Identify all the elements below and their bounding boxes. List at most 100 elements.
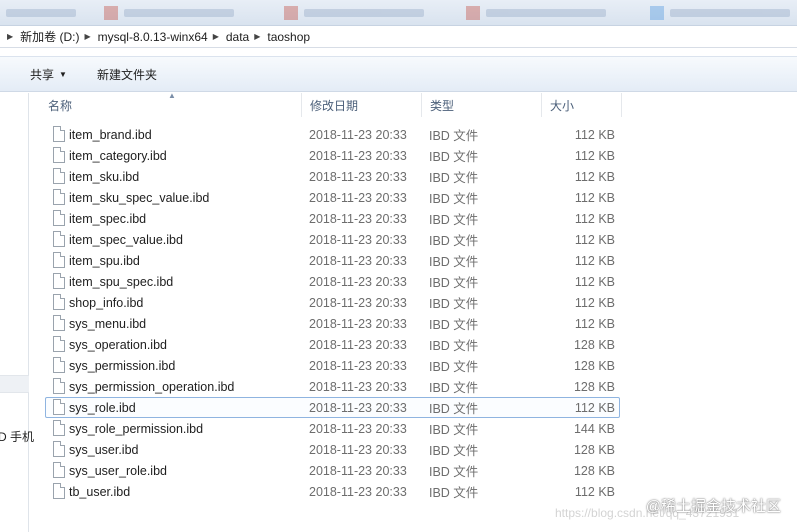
new-folder-label: 新建文件夹 xyxy=(96,67,157,82)
breadcrumb-taoshop[interactable]: taoshop xyxy=(267,30,310,44)
share-button[interactable]: 共享 ▼ xyxy=(22,62,75,86)
file-size: 112 KB xyxy=(574,295,615,310)
file-row[interactable]: item_brand.ibd 2018-11-23 20:33 IBD 文件 112 … xyxy=(45,124,620,145)
file-name: sys_role_permission.ibd xyxy=(69,421,204,436)
file-icon xyxy=(53,210,65,226)
file-size: 112 KB xyxy=(574,148,615,163)
file-row[interactable]: item_spu_spec.ibd 2018-11-23 20:33 IBD 文件 1… xyxy=(45,271,620,292)
file-name: tb_user.ibd xyxy=(69,484,131,499)
file-row[interactable]: sys_operation.ibd 2018-11-23 20:33 IBD 文件 1… xyxy=(45,334,620,355)
address-bar[interactable]: ▶ 新加卷 (D:) ▶ mysql-8.0.13-winx64 ▶ data … xyxy=(0,26,797,48)
column-header-date[interactable]: 修改日期 xyxy=(302,93,422,117)
file-name: sys_permission.ibd xyxy=(69,358,176,373)
file-date: 2018-11-23 20:33 xyxy=(309,484,407,499)
file-date: 2018-11-23 20:33 xyxy=(309,337,407,352)
file-row[interactable]: item_sku_spec_value.ibd 2018-11-23 20:33 I… xyxy=(45,187,620,208)
file-type: IBD 文件 xyxy=(429,255,479,269)
breadcrumb-drive[interactable]: 新加卷 (D:) xyxy=(20,28,79,45)
file-date: 2018-11-23 20:33 xyxy=(309,169,407,184)
file-date: 2018-11-23 20:33 xyxy=(309,316,407,331)
file-date: 2018-11-23 20:33 xyxy=(309,253,407,268)
file-icon xyxy=(53,420,65,436)
file-size: 128 KB xyxy=(573,379,615,394)
file-icon xyxy=(53,294,65,310)
file-size: 128 KB xyxy=(573,337,615,352)
column-header-name[interactable]: ▲ 名称 xyxy=(40,91,302,117)
navigation-pane[interactable]: D 手机 xyxy=(0,93,34,532)
file-name: item_spu_spec.ibd xyxy=(69,274,174,289)
file-row[interactable]: sys_permission_operation.ibd 2018-11-23 2… xyxy=(45,376,620,397)
file-icon xyxy=(53,315,65,331)
file-icon xyxy=(53,462,65,478)
column-header-size-label: 大小 xyxy=(550,98,575,113)
file-date: 2018-11-23 20:33 xyxy=(309,127,407,142)
file-icon xyxy=(53,378,65,394)
file-size: 112 KB xyxy=(574,316,615,331)
file-size: 112 KB xyxy=(574,190,615,205)
file-date: 2018-11-23 20:33 xyxy=(309,211,407,226)
chevron-right-icon[interactable]: ▶ xyxy=(7,32,13,41)
share-label: 共享 xyxy=(30,67,55,82)
watermark-text: @稀土掘金技术社区 xyxy=(645,498,781,515)
file-date: 2018-11-23 20:33 xyxy=(309,232,407,247)
file-icon xyxy=(53,252,65,268)
taskbar-tab xyxy=(104,4,234,22)
breadcrumb-mysql[interactable]: mysql-8.0.13-winx64 xyxy=(98,30,208,44)
file-name: item_sku.ibd xyxy=(69,169,140,184)
breadcrumb-data[interactable]: data xyxy=(226,30,249,44)
file-date: 2018-11-23 20:33 xyxy=(309,274,407,289)
file-date: 2018-11-23 20:33 xyxy=(309,379,407,394)
file-name: item_brand.ibd xyxy=(69,127,152,142)
taskbar-tab xyxy=(6,4,76,22)
file-row[interactable]: item_spu.ibd 2018-11-23 20:33 IBD 文件 112 KB xyxy=(45,250,620,271)
file-type: IBD 文件 xyxy=(429,381,479,395)
file-size: 112 KB xyxy=(574,127,615,142)
taskbar-tab xyxy=(650,4,790,22)
file-row[interactable]: item_sku.ibd 2018-11-23 20:33 IBD 文件 112 KB xyxy=(45,166,620,187)
file-size: 128 KB xyxy=(573,463,615,478)
file-row[interactable]: item_spec_value.ibd 2018-11-23 20:33 IBD 文… xyxy=(45,229,620,250)
column-header-type-label: 类型 xyxy=(430,98,455,113)
nav-pane-item-label[interactable]: D 手机 xyxy=(0,428,34,445)
file-icon xyxy=(53,441,65,457)
file-row[interactable]: sys_permission.ibd 2018-11-23 20:33 IBD 文件… xyxy=(45,355,620,376)
chevron-right-icon[interactable]: ▶ xyxy=(84,32,90,41)
file-name: sys_user_role.ibd xyxy=(69,463,167,478)
file-type: IBD 文件 xyxy=(429,234,479,248)
file-row[interactable]: sys_user.ibd 2018-11-23 20:33 IBD 文件 128 KB xyxy=(45,439,620,460)
file-date: 2018-11-23 20:33 xyxy=(309,358,407,373)
file-type: IBD 文件 xyxy=(429,318,479,332)
file-type: IBD 文件 xyxy=(429,171,479,185)
column-headers: ▲ 名称 修改日期 类型 大小 xyxy=(40,91,797,117)
nav-pane-item[interactable] xyxy=(0,375,29,393)
file-row[interactable]: shop_info.ibd 2018-11-23 20:33 IBD 文件 112 K… xyxy=(45,292,620,313)
file-row[interactable]: item_spec.ibd 2018-11-23 20:33 IBD 文件 112 K… xyxy=(45,208,620,229)
chevron-right-icon[interactable]: ▶ xyxy=(254,32,260,41)
file-type: IBD 文件 xyxy=(429,129,479,143)
chevron-right-icon[interactable]: ▶ xyxy=(213,32,219,41)
file-icon xyxy=(53,336,65,352)
file-row[interactable]: tb_user.ibd 2018-11-23 20:33 IBD 文件 112 KB xyxy=(45,481,620,502)
file-name: sys_menu.ibd xyxy=(69,316,147,331)
file-size: 112 KB xyxy=(574,274,615,289)
new-folder-button[interactable]: 新建文件夹 xyxy=(89,62,165,86)
file-icon xyxy=(53,126,65,142)
file-type: IBD 文件 xyxy=(429,297,479,311)
file-date: 2018-11-23 20:33 xyxy=(309,190,407,205)
file-name: item_spu.ibd xyxy=(69,253,140,268)
file-name: shop_info.ibd xyxy=(69,295,144,310)
file-row[interactable]: item_category.ibd 2018-11-23 20:33 IBD 文件 1… xyxy=(45,145,620,166)
file-row-selected[interactable]: sys_role.ibd 2018-11-23 20:33 IBD 文件 112 KB xyxy=(45,397,620,418)
file-type: IBD 文件 xyxy=(429,192,479,206)
file-row[interactable]: sys_user_role.ibd 2018-11-23 20:33 IBD 文件 1… xyxy=(45,460,620,481)
file-size: 128 KB xyxy=(573,442,615,457)
file-icon xyxy=(53,147,65,163)
taskbar-strip xyxy=(0,0,797,26)
file-row[interactable]: sys_menu.ibd 2018-11-23 20:33 IBD 文件 112 KB xyxy=(45,313,620,334)
file-row[interactable]: sys_role_permission.ibd 2018-11-23 20:33 I… xyxy=(45,418,620,439)
file-type: IBD 文件 xyxy=(429,150,479,164)
file-type: IBD 文件 xyxy=(429,213,479,227)
column-header-size[interactable]: 大小 xyxy=(542,93,622,117)
file-date: 2018-11-23 20:33 xyxy=(309,421,407,436)
column-header-type[interactable]: 类型 xyxy=(422,93,542,117)
